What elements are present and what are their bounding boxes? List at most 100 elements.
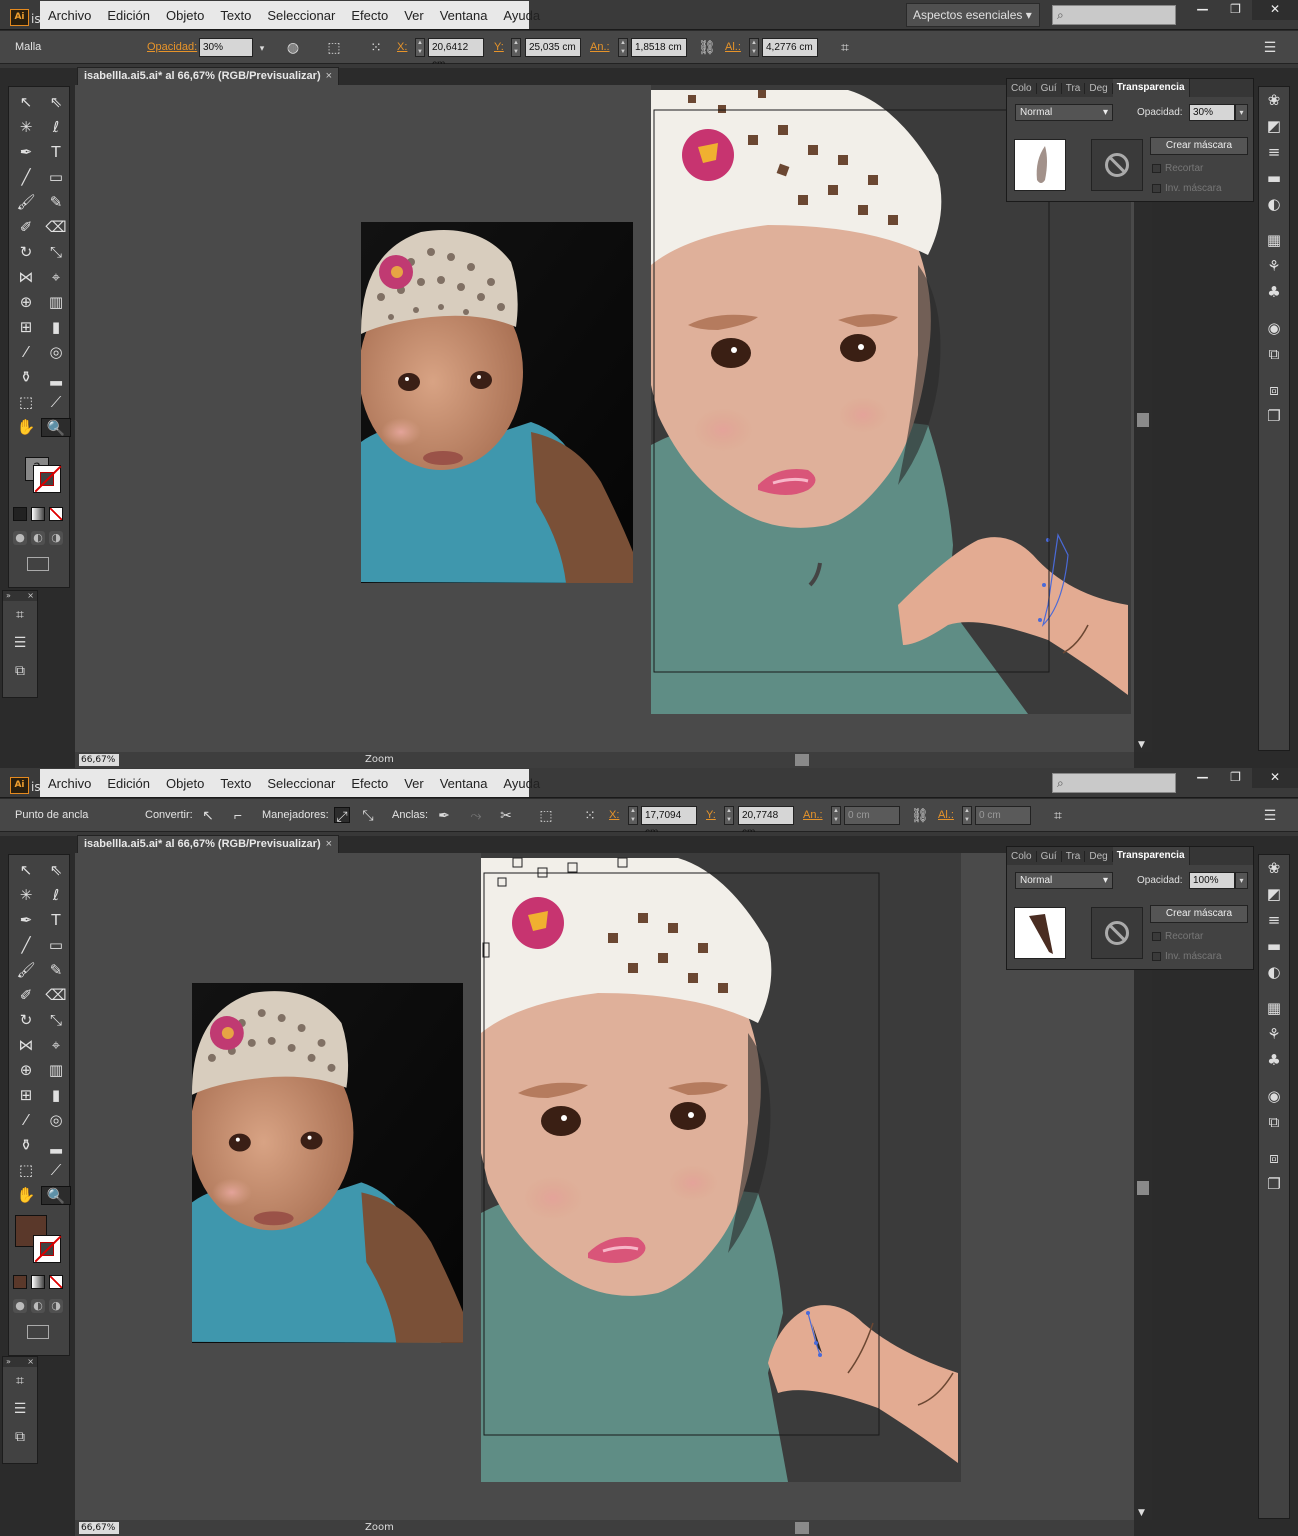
- gradient-panel-icon[interactable]: ▬: [1259, 933, 1289, 959]
- symbols-icon[interactable]: ♣: [1259, 279, 1289, 305]
- menu-ayuda[interactable]: Ayuda: [495, 8, 548, 23]
- control-menu-icon[interactable]: ☰: [1262, 807, 1278, 823]
- menu-objeto[interactable]: Objeto: [158, 8, 212, 23]
- gradient-button[interactable]: [31, 1275, 45, 1289]
- magic-wand-tool-icon[interactable]: ✳: [11, 118, 41, 137]
- scroll-thumb[interactable]: [1137, 413, 1149, 427]
- menu-edicion[interactable]: Edición: [99, 8, 158, 23]
- width-tool-icon[interactable]: ⋈: [11, 1036, 41, 1055]
- opacity-dropdown-icon[interactable]: ▾: [254, 40, 270, 56]
- rectangle-tool-icon[interactable]: ▭: [41, 936, 71, 955]
- slice-tool-icon[interactable]: ⟋: [41, 1161, 71, 1180]
- eraser-tool-icon[interactable]: ⌫: [41, 218, 71, 237]
- expand-icon[interactable]: »: [6, 1357, 11, 1367]
- align-to-icon[interactable]: ⬚: [538, 807, 554, 823]
- tab-guides[interactable]: Guí: [1037, 82, 1062, 94]
- document-tab[interactable]: isabellla.ai5.ai* al 66,67% (RGB/Previsu…: [77, 835, 339, 853]
- paintbrush-tool-icon[interactable]: 🖌: [11, 961, 41, 980]
- mask-thumbnail[interactable]: [1091, 907, 1143, 959]
- convert-corner-icon[interactable]: ↖: [200, 807, 216, 823]
- zoom-tool-icon[interactable]: 🔍: [41, 1186, 71, 1205]
- layers-icon[interactable]: ⧈: [1259, 1145, 1289, 1171]
- blob-brush-tool-icon[interactable]: ✐: [11, 986, 41, 1005]
- gradient-button[interactable]: [31, 507, 45, 521]
- color-guide-icon[interactable]: ❀: [1259, 855, 1289, 881]
- symbol-sprayer-tool-icon[interactable]: ⚱: [11, 1136, 41, 1155]
- stroke-swatch[interactable]: [33, 465, 62, 493]
- menu-archivo[interactable]: Archivo: [40, 776, 99, 791]
- appearance-icon[interactable]: ▦: [1259, 995, 1289, 1021]
- tab-color[interactable]: Colo: [1007, 850, 1037, 862]
- scale-tool-icon[interactable]: ⤡: [41, 243, 71, 262]
- help-search-input[interactable]: ⌕: [1052, 773, 1176, 793]
- cut-path-icon[interactable]: ✂: [498, 807, 514, 823]
- menu-objeto[interactable]: Objeto: [158, 776, 212, 791]
- draw-normal-icon[interactable]: ●: [13, 1299, 27, 1313]
- perspective-grid-tool-icon[interactable]: ▥: [41, 293, 71, 312]
- horizontal-scroll-thumb[interactable]: [795, 754, 809, 766]
- pathfinder-panel-icon[interactable]: ⧉: [3, 1423, 37, 1451]
- stroke-swatch[interactable]: [33, 1235, 62, 1263]
- tab-gradient[interactable]: Deg: [1085, 82, 1113, 94]
- perspective-grid-tool-icon[interactable]: ▥: [41, 1061, 71, 1080]
- type-tool-icon[interactable]: T: [41, 143, 71, 162]
- vector-artwork[interactable]: [478, 853, 964, 1482]
- zoom-field[interactable]: 66,67%: [79, 754, 119, 766]
- transparency-panel-icon[interactable]: ◐: [1259, 959, 1289, 985]
- blob-brush-tool-icon[interactable]: ✐: [11, 218, 41, 237]
- eraser-tool-icon[interactable]: ⌫: [41, 986, 71, 1005]
- slice-tool-icon[interactable]: ⟋: [41, 393, 71, 412]
- scroll-down-icon[interactable]: ▼: [1138, 740, 1145, 750]
- appearance-icon[interactable]: ▦: [1259, 227, 1289, 253]
- x-field[interactable]: 20,6412 cm: [428, 38, 484, 70]
- zoom-field[interactable]: 66,67%: [79, 1522, 119, 1534]
- pen-tool-icon[interactable]: ✒: [11, 911, 41, 930]
- type-tool-icon[interactable]: T: [41, 911, 71, 930]
- connect-anchors-icon[interactable]: ⤳: [468, 807, 484, 823]
- artboards-panel-icon[interactable]: ⌗: [3, 1367, 37, 1395]
- y-stepper[interactable]: ▲ ▼: [724, 806, 734, 825]
- menu-texto[interactable]: Texto: [212, 8, 259, 23]
- line-tool-icon[interactable]: ╱: [11, 936, 41, 955]
- control-menu-icon[interactable]: ☰: [1262, 39, 1278, 55]
- reference-point-icon[interactable]: ⁙: [582, 807, 598, 823]
- menu-seleccionar[interactable]: Seleccionar: [259, 776, 343, 791]
- make-mask-button[interactable]: Crear máscara: [1150, 137, 1248, 155]
- color-guide-icon[interactable]: ❀: [1259, 87, 1289, 113]
- draw-behind-icon[interactable]: ◐: [31, 1299, 45, 1313]
- reference-photo[interactable]: [192, 983, 463, 1343]
- graphic-styles-icon[interactable]: ◉: [1259, 315, 1289, 341]
- artboard-tool-icon[interactable]: ⬚: [11, 393, 41, 412]
- screen-mode-button[interactable]: [27, 557, 49, 571]
- height-stepper[interactable]: ▲ ▼: [962, 806, 972, 825]
- artboard-tool-icon[interactable]: ⬚: [11, 1161, 41, 1180]
- draw-behind-icon[interactable]: ◐: [31, 531, 45, 545]
- artboards-panel-icon[interactable]: ⌗: [3, 601, 37, 629]
- panel-opacity-field[interactable]: 30%: [1189, 104, 1235, 121]
- pencil-tool-icon[interactable]: ✎: [41, 961, 71, 980]
- line-tool-icon[interactable]: ╱: [11, 168, 41, 187]
- y-field[interactable]: 25,035 cm: [525, 38, 581, 57]
- panel-opacity-field[interactable]: 100%: [1189, 872, 1235, 889]
- artboards-icon[interactable]: ❐: [1259, 403, 1289, 429]
- tab-transparency[interactable]: Transparencia: [1112, 847, 1190, 865]
- free-transform-tool-icon[interactable]: ⌖: [41, 1036, 71, 1055]
- close-button[interactable]: ✕: [1252, 0, 1298, 20]
- brushes-icon[interactable]: ⚘: [1259, 1021, 1289, 1047]
- menu-efecto[interactable]: Efecto: [343, 776, 396, 791]
- tab-gradient[interactable]: Deg: [1085, 850, 1113, 862]
- width-field[interactable]: 1,8518 cm: [631, 38, 687, 57]
- artboards-icon[interactable]: ❐: [1259, 1171, 1289, 1197]
- link-proportions-icon[interactable]: ⛓: [911, 807, 929, 823]
- column-graph-tool-icon[interactable]: ▂: [41, 368, 71, 387]
- transform-icon[interactable]: ⌗: [1050, 807, 1066, 823]
- restore-button[interactable]: ❐: [1219, 768, 1252, 788]
- lasso-tool-icon[interactable]: ℓ: [41, 886, 71, 905]
- menu-efecto[interactable]: Efecto: [343, 8, 396, 23]
- draw-inside-icon[interactable]: ◑: [49, 1299, 63, 1313]
- width-tool-icon[interactable]: ⋈: [11, 268, 41, 287]
- stroke-panel-icon[interactable]: ≡: [1259, 907, 1289, 933]
- width-stepper[interactable]: ▲ ▼: [618, 38, 628, 57]
- tab-color[interactable]: Colo: [1007, 82, 1037, 94]
- clip-checkbox[interactable]: Recortar: [1152, 931, 1203, 942]
